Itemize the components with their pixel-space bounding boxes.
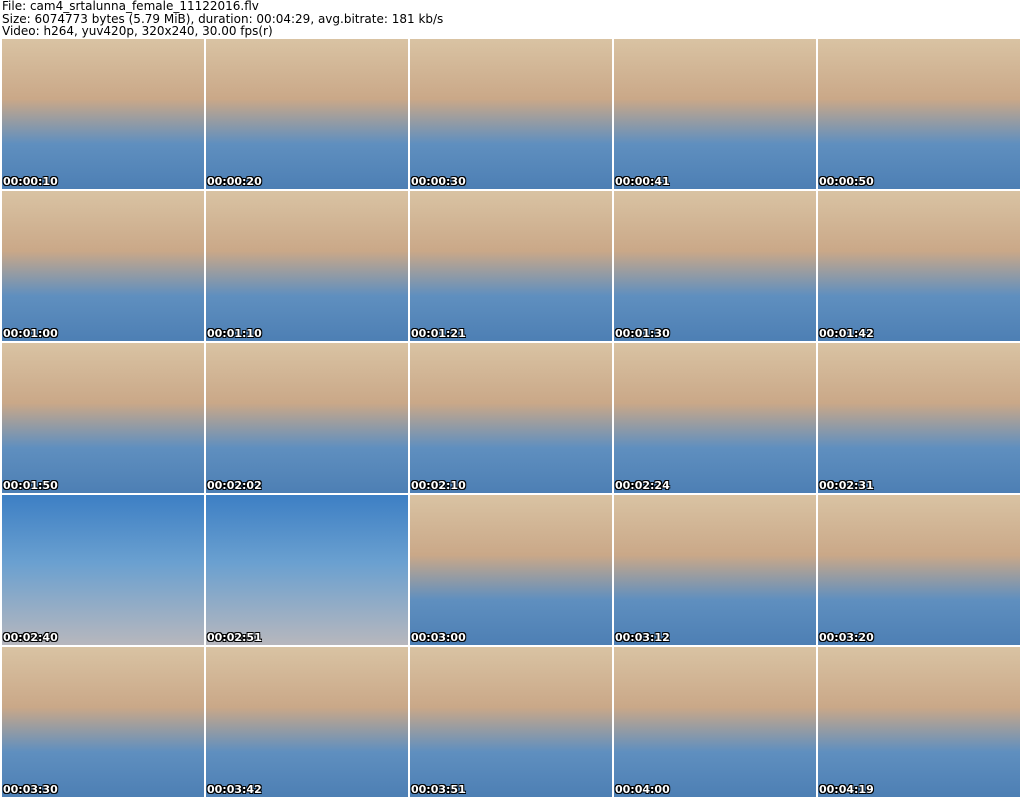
video-thumbnail[interactable]: 00:01:10 (206, 191, 408, 341)
thumbnail-timestamp: 00:01:00 (3, 327, 58, 340)
video-thumbnail[interactable]: 00:03:51 (410, 647, 612, 797)
video-thumbnail[interactable]: 00:00:30 (410, 39, 612, 189)
video-thumbnail[interactable]: 00:01:00 (2, 191, 204, 341)
video-thumbnail[interactable]: 00:02:10 (410, 343, 612, 493)
video-thumbnail[interactable]: 00:00:50 (818, 39, 1020, 189)
file-name-line: File: cam4_srtalunna_female_11122016.flv (2, 0, 259, 13)
video-thumbnail[interactable]: 00:01:42 (818, 191, 1020, 341)
thumbnail-timestamp: 00:01:50 (3, 479, 58, 492)
video-thumbnail[interactable]: 00:02:24 (614, 343, 816, 493)
thumbnail-timestamp: 00:00:50 (819, 175, 874, 188)
video-thumbnail[interactable]: 00:01:21 (410, 191, 612, 341)
file-info-header: File: cam4_srtalunna_female_11122016.flv… (2, 0, 443, 38)
thumbnail-timestamp: 00:03:12 (615, 631, 670, 644)
thumbnail-timestamp: 00:03:51 (411, 783, 466, 796)
thumbnail-timestamp: 00:01:30 (615, 327, 670, 340)
video-thumbnail[interactable]: 00:00:20 (206, 39, 408, 189)
video-thumbnail[interactable]: 00:02:40 (2, 495, 204, 645)
video-thumbnail[interactable]: 00:03:00 (410, 495, 612, 645)
video-thumbnail[interactable]: 00:02:31 (818, 343, 1020, 493)
thumbnail-timestamp: 00:03:42 (207, 783, 262, 796)
thumbnail-timestamp: 00:01:21 (411, 327, 466, 340)
thumbnail-timestamp: 00:02:51 (207, 631, 262, 644)
thumbnail-timestamp: 00:03:30 (3, 783, 58, 796)
video-thumbnail[interactable]: 00:04:00 (614, 647, 816, 797)
video-thumbnail[interactable]: 00:02:02 (206, 343, 408, 493)
thumbnail-timestamp: 00:02:02 (207, 479, 262, 492)
thumbnail-timestamp: 00:03:00 (411, 631, 466, 644)
thumbnail-timestamp: 00:01:10 (207, 327, 262, 340)
thumbnail-timestamp: 00:01:42 (819, 327, 874, 340)
thumbnail-timestamp: 00:02:10 (411, 479, 466, 492)
thumbnail-timestamp: 00:00:30 (411, 175, 466, 188)
thumbnail-timestamp: 00:02:31 (819, 479, 874, 492)
thumbnail-timestamp: 00:00:41 (615, 175, 670, 188)
thumbnail-timestamp: 00:00:10 (3, 175, 58, 188)
video-info-line: Video: h264, yuv420p, 320x240, 30.00 fps… (2, 24, 273, 38)
video-thumbnail[interactable]: 00:01:30 (614, 191, 816, 341)
thumbnail-timestamp: 00:02:40 (3, 631, 58, 644)
video-thumbnail[interactable]: 00:00:41 (614, 39, 816, 189)
thumbnail-timestamp: 00:04:00 (615, 783, 670, 796)
thumbnail-timestamp: 00:04:19 (819, 783, 874, 796)
video-thumbnail[interactable]: 00:01:50 (2, 343, 204, 493)
video-thumbnail[interactable]: 00:00:10 (2, 39, 204, 189)
video-thumbnail[interactable]: 00:02:51 (206, 495, 408, 645)
video-thumbnail[interactable]: 00:04:19 (818, 647, 1020, 797)
video-thumbnail[interactable]: 00:03:42 (206, 647, 408, 797)
thumbnail-timestamp: 00:00:20 (207, 175, 262, 188)
video-thumbnail[interactable]: 00:03:20 (818, 495, 1020, 645)
thumbnail-grid: 00:00:10 00:00:20 00:00:30 00:00:41 00:00:50… (2, 39, 1020, 797)
thumbnail-timestamp: 00:03:20 (819, 631, 874, 644)
video-thumbnail[interactable]: 00:03:12 (614, 495, 816, 645)
video-thumbnail[interactable]: 00:03:30 (2, 647, 204, 797)
thumbnail-timestamp: 00:02:24 (615, 479, 670, 492)
